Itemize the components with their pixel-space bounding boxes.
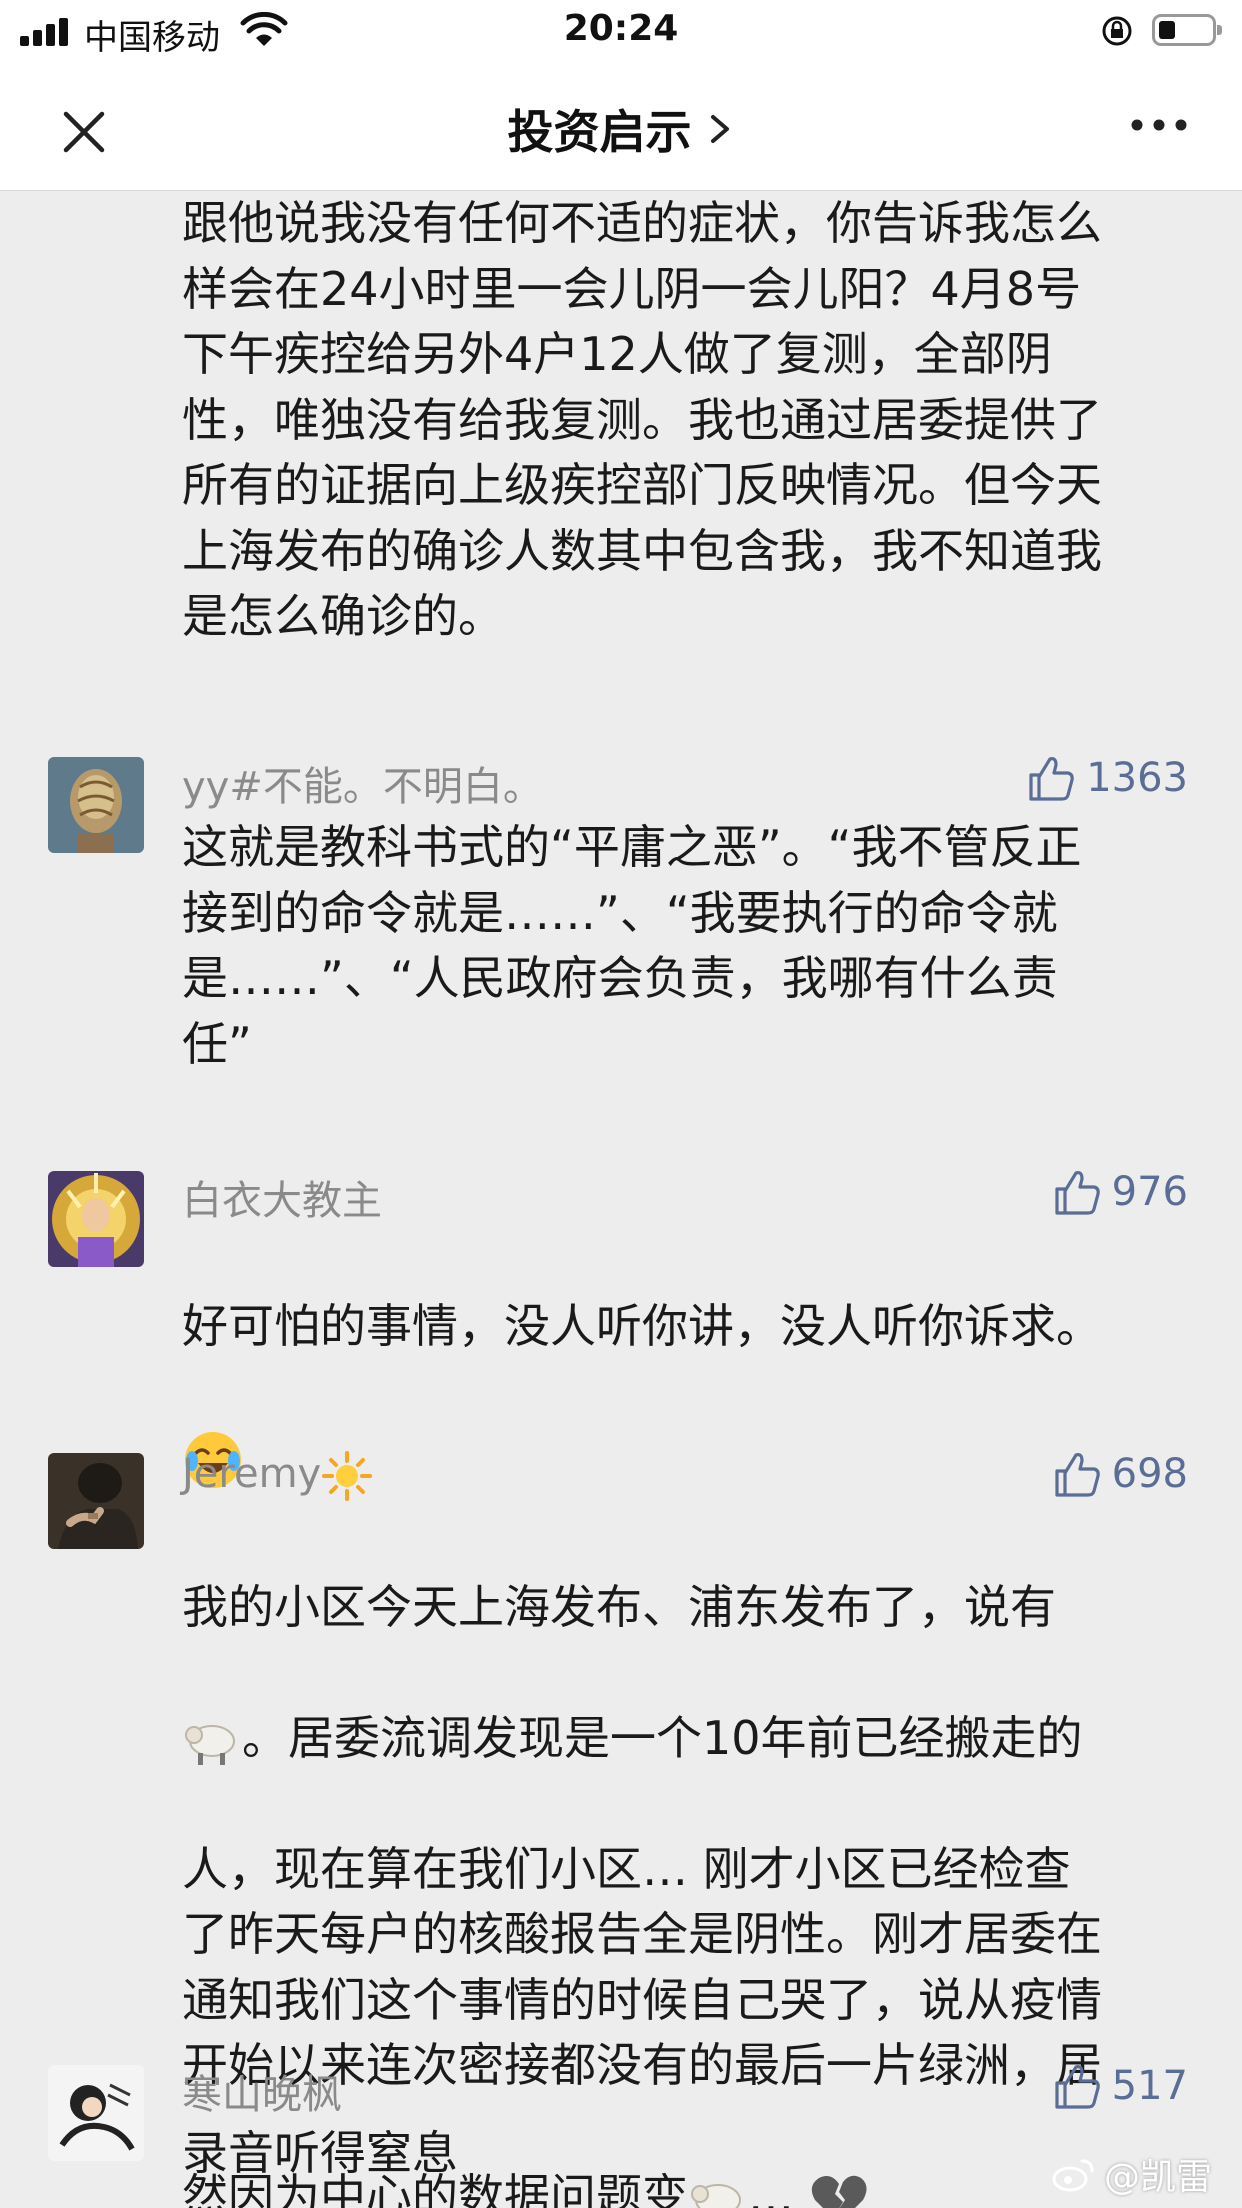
comment-username[interactable]: 寒山晚枫 <box>182 2062 342 2120</box>
sun-emoji-icon <box>322 1451 373 1501</box>
clock: 20:24 <box>563 8 679 49</box>
avatar[interactable] <box>48 2065 144 2161</box>
thumbs-up-icon <box>1055 1453 1100 1497</box>
more-dots-icon[interactable] <box>1130 114 1188 136</box>
comment-username-text: Jeremy <box>182 1451 322 1497</box>
sheep-emoji-icon <box>185 1725 235 1765</box>
comment-text: 这就是教科书式的“平庸之恶”。“我不管反正 接到的命令就是……”、“我要执行的命… <box>182 820 1082 1071</box>
like-button[interactable]: 698 <box>1052 1447 1188 1501</box>
avatar[interactable] <box>48 1171 144 1267</box>
comment-feed[interactable]: 跟他说我没有任何不适的症状，你告诉我怎么 样会在24小时里一会儿阴一会儿阳？4月… <box>0 191 1242 2208</box>
comment-text: 录音听得窒息 <box>182 2126 458 2180</box>
like-button[interactable]: 976 <box>1052 1165 1188 1219</box>
nav-title-button[interactable]: 投资启示 <box>0 96 1242 162</box>
thumbs-up-icon <box>1029 757 1074 801</box>
comment-text-rest: 人，现在算在我们小区… 刚才小区已经检查 了昨天每户的核酸报告全是阴性。刚才居委… <box>182 1841 1102 2093</box>
weibo-logo-icon <box>1052 2159 1094 2192</box>
like-count: 1363 <box>1086 755 1188 801</box>
like-count: 517 <box>1111 2063 1188 2109</box>
like-count: 698 <box>1111 1451 1188 1497</box>
status-bar: 中国移动 20:24 <box>0 0 1242 62</box>
nav-bar: 投资启示 <box>0 62 1242 191</box>
avatar[interactable] <box>48 1453 144 1549</box>
comment-text-line1: 我的小区今天上海发布、浦东发布了，说有 <box>182 1579 1056 1634</box>
thumbs-up-icon <box>1055 2065 1100 2109</box>
like-count: 976 <box>1111 1169 1188 1215</box>
comment-text-line2: 。居委流调发现是一个10年前已经搬走的 <box>242 1710 1083 1765</box>
comment-username[interactable]: yy#不能。不明白。 <box>182 754 543 812</box>
page-title: 投资启示 <box>507 105 692 159</box>
battery-icon <box>1152 14 1222 46</box>
avatar[interactable] <box>48 757 144 853</box>
thumbs-up-icon <box>1055 1171 1100 1215</box>
article-tail-text: 跟他说我没有任何不适的症状，你告诉我怎么 样会在24小时里一会儿阴一会儿阳？4月… <box>182 196 1102 643</box>
watermark: @凯雷 <box>1052 2148 1212 2200</box>
comment-username[interactable]: 白衣大教主 <box>182 1168 382 1226</box>
watermark-text: @凯雷 <box>1103 2157 1212 2198</box>
like-button[interactable]: 517 <box>1052 2059 1188 2113</box>
chevron-right-icon <box>710 115 729 143</box>
comment-username[interactable]: Jeremy <box>182 1450 373 1502</box>
rotation-lock-icon <box>1102 16 1132 46</box>
like-button[interactable]: 1363 <box>1026 751 1188 805</box>
comment-text-body: 好可怕的事情，没人听你讲，没人听你诉求。 <box>182 1298 1102 1353</box>
